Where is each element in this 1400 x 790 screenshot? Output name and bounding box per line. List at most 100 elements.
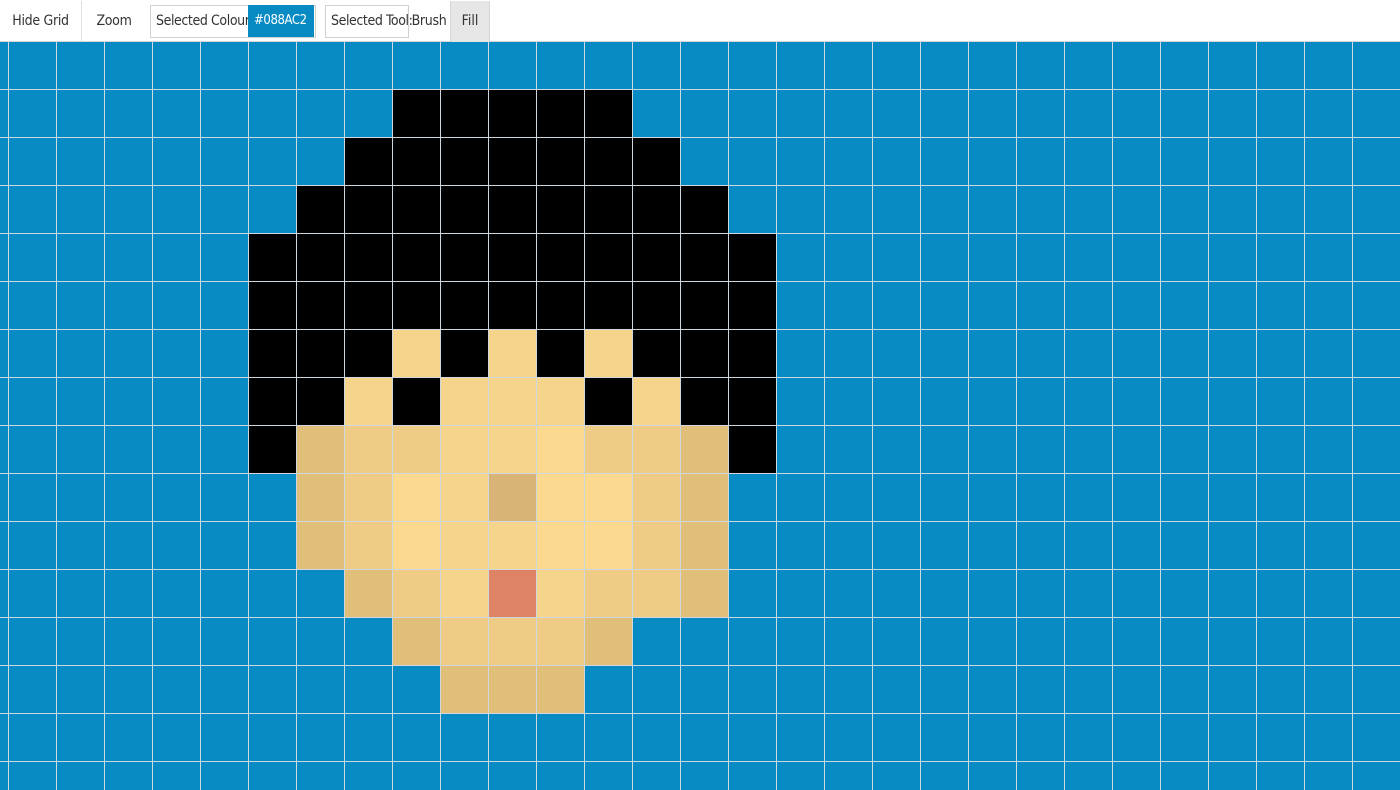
pixel-cell[interactable] — [681, 426, 729, 474]
pixel-cell[interactable] — [969, 90, 1017, 138]
pixel-cell[interactable] — [681, 714, 729, 762]
pixel-cell[interactable] — [825, 474, 873, 522]
pixel-cell[interactable] — [57, 570, 105, 618]
pixel-cell[interactable] — [249, 426, 297, 474]
pixel-cell[interactable] — [537, 90, 585, 138]
pixel-cell[interactable] — [441, 138, 489, 186]
pixel-cell[interactable] — [921, 234, 969, 282]
pixel-cell[interactable] — [537, 618, 585, 666]
pixel-cell[interactable] — [0, 522, 9, 570]
pixel-cell[interactable] — [585, 426, 633, 474]
pixel-cell[interactable] — [201, 138, 249, 186]
pixel-cell[interactable] — [777, 282, 825, 330]
pixel-cell[interactable] — [57, 378, 105, 426]
pixel-cell[interactable] — [729, 378, 777, 426]
pixel-cell[interactable] — [777, 90, 825, 138]
pixel-cell[interactable] — [537, 378, 585, 426]
pixel-cell[interactable] — [969, 666, 1017, 714]
pixel-cell[interactable] — [345, 42, 393, 90]
pixel-cell[interactable] — [1209, 522, 1257, 570]
pixel-cell[interactable] — [105, 522, 153, 570]
pixel-cell[interactable] — [153, 714, 201, 762]
pixel-cell[interactable] — [1209, 714, 1257, 762]
tool-brush-button[interactable]: Brush — [409, 1, 449, 41]
pixel-cell[interactable] — [1257, 570, 1305, 618]
pixel-cell[interactable] — [9, 186, 57, 234]
pixel-cell[interactable] — [585, 378, 633, 426]
pixel-cell[interactable] — [489, 378, 537, 426]
pixel-cell[interactable] — [105, 42, 153, 90]
pixel-cell[interactable] — [1161, 186, 1209, 234]
pixel-cell[interactable] — [297, 762, 345, 790]
pixel-cell[interactable] — [1257, 522, 1305, 570]
pixel-cell[interactable] — [1161, 234, 1209, 282]
pixel-cell[interactable] — [393, 42, 441, 90]
pixel-cell[interactable] — [1161, 666, 1209, 714]
pixel-cell[interactable] — [201, 618, 249, 666]
pixel-cell[interactable] — [921, 570, 969, 618]
pixel-cell[interactable] — [393, 618, 441, 666]
pixel-cell[interactable] — [585, 234, 633, 282]
pixel-cell[interactable] — [441, 570, 489, 618]
pixel-cell[interactable] — [1161, 138, 1209, 186]
pixel-cell[interactable] — [441, 378, 489, 426]
pixel-cell[interactable] — [1305, 234, 1353, 282]
pixel-cell[interactable] — [201, 570, 249, 618]
pixel-cell[interactable] — [201, 330, 249, 378]
pixel-cell[interactable] — [1113, 90, 1161, 138]
zoom-button[interactable]: Zoom — [82, 1, 146, 41]
pixel-cell[interactable] — [57, 762, 105, 790]
pixel-cell[interactable] — [201, 90, 249, 138]
pixel-cell[interactable] — [1065, 426, 1113, 474]
pixel-cell[interactable] — [921, 378, 969, 426]
pixel-cell[interactable] — [105, 426, 153, 474]
pixel-cell[interactable] — [1209, 138, 1257, 186]
pixel-cell[interactable] — [729, 42, 777, 90]
pixel-cell[interactable] — [441, 186, 489, 234]
pixel-cell[interactable] — [249, 282, 297, 330]
pixel-cell[interactable] — [1257, 618, 1305, 666]
pixel-cell[interactable] — [1017, 378, 1065, 426]
pixel-cell[interactable] — [681, 762, 729, 790]
pixel-cell[interactable] — [57, 474, 105, 522]
pixel-cell[interactable] — [969, 378, 1017, 426]
pixel-cell[interactable] — [1161, 474, 1209, 522]
pixel-cell[interactable] — [0, 426, 9, 474]
pixel-cell[interactable] — [249, 474, 297, 522]
pixel-cell[interactable] — [441, 762, 489, 790]
pixel-cell[interactable] — [1209, 570, 1257, 618]
pixel-cell[interactable] — [921, 618, 969, 666]
pixel-cell[interactable] — [201, 234, 249, 282]
pixel-cell[interactable] — [1065, 42, 1113, 90]
pixel-cell[interactable] — [1353, 666, 1400, 714]
pixel-cell[interactable] — [393, 570, 441, 618]
pixel-cell[interactable] — [633, 138, 681, 186]
pixel-cell[interactable] — [729, 666, 777, 714]
pixel-cell[interactable] — [585, 90, 633, 138]
pixel-cell[interactable] — [393, 234, 441, 282]
pixel-cell[interactable] — [633, 282, 681, 330]
pixel-cell[interactable] — [441, 714, 489, 762]
pixel-cell[interactable] — [0, 378, 9, 426]
pixel-cell[interactable] — [873, 282, 921, 330]
pixel-cell[interactable] — [777, 474, 825, 522]
pixel-cell[interactable] — [1113, 522, 1161, 570]
pixel-cell[interactable] — [969, 618, 1017, 666]
pixel-cell[interactable] — [105, 138, 153, 186]
pixel-cell[interactable] — [1017, 570, 1065, 618]
pixel-cell[interactable] — [729, 522, 777, 570]
pixel-cell[interactable] — [537, 666, 585, 714]
pixel-cell[interactable] — [489, 186, 537, 234]
pixel-cell[interactable] — [249, 330, 297, 378]
pixel-cell[interactable] — [825, 618, 873, 666]
pixel-cell[interactable] — [489, 90, 537, 138]
pixel-cell[interactable] — [249, 378, 297, 426]
pixel-cell[interactable] — [777, 42, 825, 90]
pixel-cell[interactable] — [1017, 90, 1065, 138]
pixel-cell[interactable] — [585, 186, 633, 234]
pixel-cell[interactable] — [9, 618, 57, 666]
pixel-cell[interactable] — [681, 138, 729, 186]
pixel-cell[interactable] — [633, 234, 681, 282]
pixel-cell[interactable] — [153, 186, 201, 234]
pixel-cell[interactable] — [1113, 426, 1161, 474]
